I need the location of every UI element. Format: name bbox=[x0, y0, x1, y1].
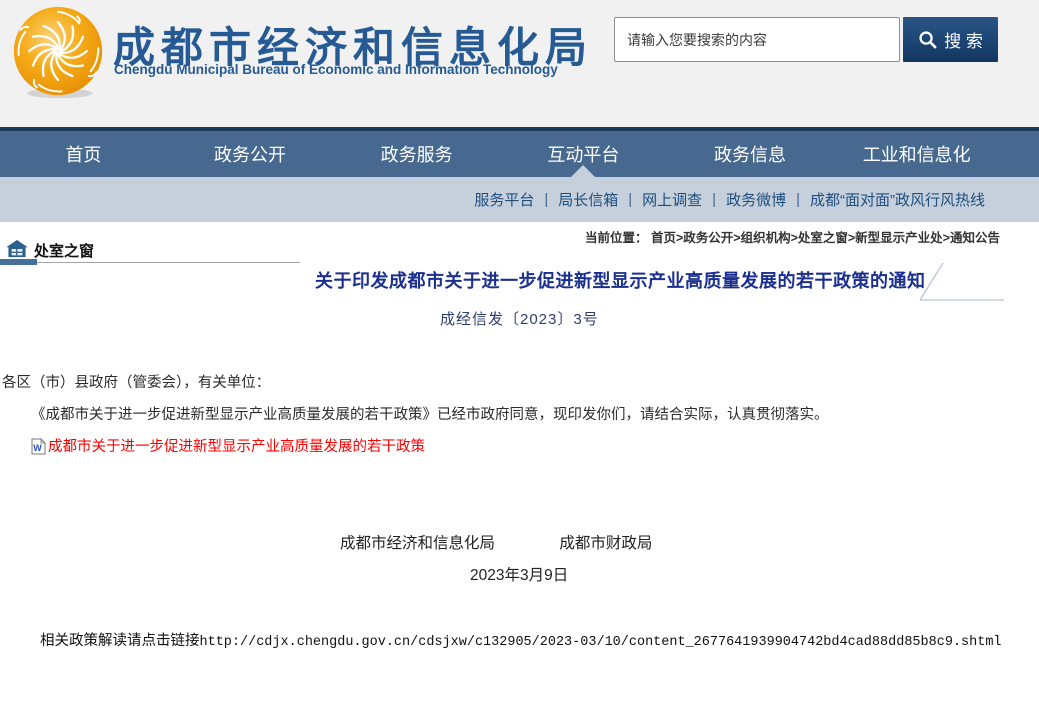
article-salutation: 各区（市）县政府（管委会），有关单位： bbox=[2, 371, 270, 392]
house-icon bbox=[6, 240, 28, 258]
subnav-item-online-survey[interactable]: 网上调查 bbox=[642, 189, 702, 210]
sub-nav: 服务平台 | 局长信箱 | 网上调查 | 政务微博 | 成都“面对面”政风行风热… bbox=[0, 177, 1039, 222]
search-button[interactable]: 搜 索 bbox=[903, 17, 998, 62]
related-policy-url[interactable]: http://cdjx.chengdu.gov.cn/cdsjxw/c13290… bbox=[200, 635, 1002, 650]
article-body: 《成都市关于进一步促进新型显示产业高质量发展的若干政策》已经市政府同意，现印发你… bbox=[31, 403, 829, 424]
subnav-item-gov-weibo[interactable]: 政务微博 bbox=[726, 189, 786, 210]
signature-org-right: 成都市财政局 bbox=[559, 535, 652, 552]
subnav-separator: | bbox=[628, 191, 632, 208]
breadcrumb-trail[interactable]: 首页>政务公开>组织机构>处室之窗>新型显示产业处>通知公告 bbox=[651, 231, 1000, 245]
attachment-link[interactable]: W 成都市关于进一步促进新型显示产业高质量发展的若干政策 bbox=[31, 435, 425, 457]
article-title: 关于印发成都市关于进一步促进新型显示产业高质量发展的若干政策的通知 bbox=[315, 267, 926, 293]
subnav-item-hotline[interactable]: 成都“面对面”政风行风热线 bbox=[810, 189, 985, 210]
subnav-item-service-platform[interactable]: 服务平台 bbox=[474, 189, 534, 210]
active-nav-arrow-icon bbox=[571, 165, 595, 177]
breadcrumb: 当前位置： 首页>政务公开>组织机构>处室之窗>新型显示产业处>通知公告 bbox=[0, 227, 1000, 246]
nav-item-home[interactable]: 首页 bbox=[0, 131, 167, 177]
page: 成都市经济和信息化局 Chengdu Municipal Bureau of E… bbox=[0, 0, 1039, 714]
main-nav: 首页 政务公开 政务服务 互动平台 政务信息 工业和信息化 bbox=[0, 127, 1039, 177]
signature-date: 2023年3月9日 bbox=[470, 563, 568, 585]
signature-line: 成都市经济和信息化局 成都市财政局 bbox=[340, 531, 652, 553]
svg-text:W: W bbox=[33, 443, 42, 453]
nav-item-industry-informatization[interactable]: 工业和信息化 bbox=[833, 131, 1000, 177]
related-policy-prefix: 相关政策解读请点击链接 bbox=[40, 633, 200, 649]
sun-bird-logo-icon[interactable] bbox=[10, 4, 106, 102]
breadcrumb-prefix: 当前位置： bbox=[585, 231, 648, 245]
document-number: 成经信发〔2023〕3号 bbox=[440, 308, 599, 329]
subnav-item-director-mailbox[interactable]: 局长信箱 bbox=[558, 189, 618, 210]
title-decoration bbox=[912, 258, 1037, 304]
sidebar-section-title: 处室之窗 bbox=[34, 240, 94, 261]
attachment-label: 成都市关于进一步促进新型显示产业高质量发展的若干政策 bbox=[48, 435, 425, 457]
nav-item-gov-information[interactable]: 政务信息 bbox=[667, 131, 834, 177]
subnav-separator: | bbox=[544, 191, 548, 208]
sidebar-divider-accent bbox=[0, 259, 37, 265]
site-title-english: Chengdu Municipal Bureau of Economic and… bbox=[114, 62, 558, 77]
related-policy-line: 相关政策解读请点击链接http://cdjx.chengdu.gov.cn/cd… bbox=[40, 629, 1002, 650]
search-icon bbox=[918, 30, 937, 49]
search-button-label: 搜 索 bbox=[944, 27, 983, 52]
signature-org-left: 成都市经济和信息化局 bbox=[340, 535, 495, 552]
nav-item-gov-disclosure[interactable]: 政务公开 bbox=[167, 131, 334, 177]
subnav-separator: | bbox=[796, 191, 800, 208]
main-nav-items: 首页 政务公开 政务服务 互动平台 政务信息 工业和信息化 bbox=[0, 131, 1000, 177]
nav-item-gov-services[interactable]: 政务服务 bbox=[333, 131, 500, 177]
subnav-separator: | bbox=[712, 191, 716, 208]
word-doc-icon: W bbox=[31, 438, 46, 455]
site-header: 成都市经济和信息化局 Chengdu Municipal Bureau of E… bbox=[0, 0, 1039, 127]
search-input[interactable] bbox=[614, 17, 900, 62]
sidebar-divider bbox=[0, 262, 300, 263]
